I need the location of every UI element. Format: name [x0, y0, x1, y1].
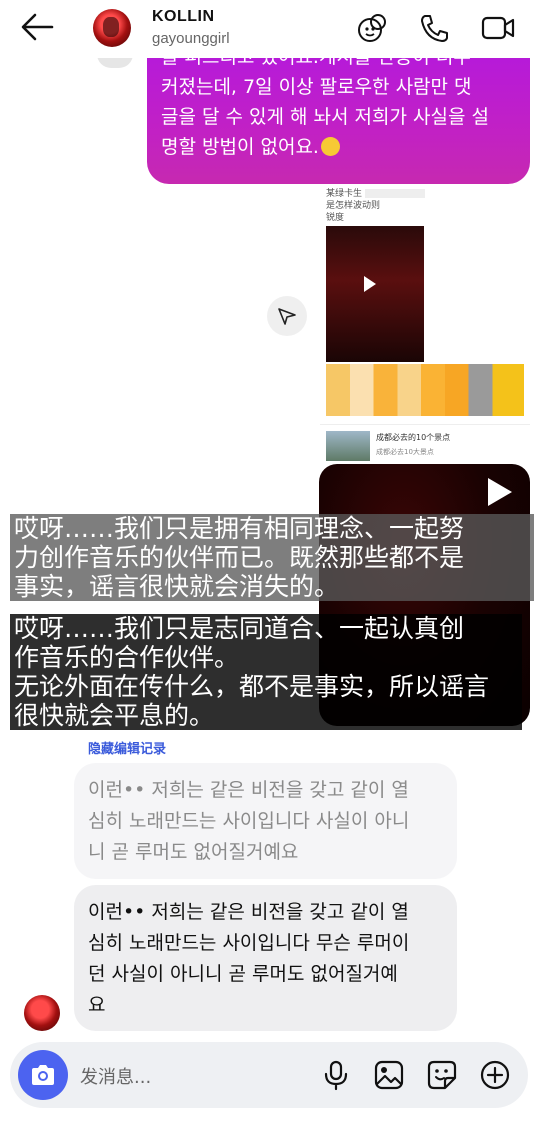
play-icon: [364, 276, 376, 292]
received-message-bubble[interactable]: 이런•• 저희는 같은 비전을 갖고 같이 열 심히 노래만드는 사이입니다 무…: [74, 885, 457, 1031]
share-icon: [278, 308, 296, 325]
ad-thumbnail: [326, 431, 370, 461]
sticker-icon[interactable]: [426, 1059, 458, 1091]
card-subtitle: 是怎样波动则: [326, 201, 381, 211]
camera-icon: [32, 1065, 54, 1085]
subtitle-line: 作音乐的合作伙伴。: [14, 643, 240, 672]
ad-subtitle: 成都必去10大景点: [376, 448, 434, 456]
phone-icon[interactable]: [418, 12, 452, 44]
message-text: 이런•• 저희는 같은 비전을 갖고 같이 열: [88, 779, 409, 801]
message-text: 이런•• 저희는 같은 비전을 갖고 같이 열: [88, 901, 409, 923]
contact-username[interactable]: gayounggirl: [152, 30, 230, 47]
chat-header: KOLLIN gayounggirl: [0, 0, 540, 58]
message-list[interactable]: 들 퍼뜨리고 있어요.게시물 반응이 너무 커졌는데, 7일 이상 팔로우한 사…: [0, 58, 540, 1043]
subtitle-line: 力创作音乐的伙伴而已。既然那些都不是: [14, 543, 465, 572]
pixelated-region: [326, 364, 524, 416]
video-call-icon[interactable]: [481, 12, 515, 44]
avatar[interactable]: [93, 9, 131, 47]
contact-name[interactable]: KOLLIN: [152, 8, 215, 26]
subtitle-line: 哎呀……我们只是拥有相同理念、一起努: [14, 514, 465, 543]
ad-title: 成都必去的10个景点: [376, 433, 451, 442]
blur-mask: [364, 189, 425, 198]
share-button[interactable]: [267, 296, 307, 336]
message-composer: 发消息...: [10, 1042, 528, 1108]
sent-message-bubble[interactable]: 들 퍼뜨리고 있어요.게시물 반응이 너무 커졌는데, 7일 이상 팔로우한 사…: [147, 58, 530, 184]
message-text: 명할 방법이 없어요.: [161, 136, 319, 158]
card-meta: 锐度: [326, 213, 345, 223]
card-author: 某绿卡生: [326, 189, 363, 199]
subtitle-line: 无论外面在传什么，都不是事实，所以谣言: [14, 672, 490, 701]
subtitle-line: 很快就会平息的。: [14, 701, 215, 730]
camera-button[interactable]: [18, 1050, 68, 1100]
microphone-icon[interactable]: [320, 1059, 352, 1091]
play-icon[interactable]: [488, 478, 512, 506]
card-header: 某绿卡生 是怎样波动则 锐度: [326, 188, 425, 224]
avatar: [97, 58, 133, 68]
message-text: 던 사실이 아니니 곧 루머도 없어질거예: [88, 963, 398, 985]
avatar[interactable]: [24, 995, 60, 1031]
message-text: 심히 노래만드는 사이입니다 무슨 루머이: [88, 932, 410, 954]
message-text: 글을 달 수 있게 해 놔서 저희가 사실을 설: [161, 106, 489, 128]
message-text: 요: [88, 994, 106, 1016]
previous-version-bubble: 이런•• 저희는 같은 비전을 갖고 같이 열 심히 노래만드는 사이입니다 사…: [74, 763, 457, 879]
subtitle-line: 哎呀……我们只是志同道合、一起认真创: [14, 614, 465, 643]
message-text: 커졌는데, 7일 이상 팔로우한 사람만 댓: [161, 76, 472, 98]
message-text: 니 곧 루머도 없어질거예요: [88, 841, 299, 863]
hide-edit-history-link[interactable]: 隐藏编辑记录: [88, 738, 166, 757]
image-icon[interactable]: [373, 1059, 405, 1091]
message-text: 심히 노래만드는 사이입니다 사실이 아니: [88, 810, 410, 832]
translation-subtitle: 哎呀……我们只是拥有相同理念、一起努 力创作音乐的伙伴而已。既然那些都不是 事实…: [10, 514, 534, 601]
back-arrow-icon[interactable]: [20, 12, 54, 42]
subtitle-line: 事实，谣言很快就会消失的。: [14, 572, 340, 601]
video-game-icon[interactable]: [356, 12, 390, 44]
card-ad-row[interactable]: 成都必去的10个景点 成都必去10大景点: [320, 424, 530, 464]
plus-icon[interactable]: [479, 1059, 511, 1091]
smile-tear-emoji-icon: [320, 137, 340, 156]
card-video-thumbnail[interactable]: [326, 226, 424, 362]
translation-subtitle: 哎呀……我们只是志同道合、一起认真创 作音乐的合作伙伴。 无论外面在传什么，都不…: [10, 614, 522, 730]
shared-post-card[interactable]: 某绿卡生 是怎样波动则 锐度 成都必去的10个景点 成都必去10大景点: [320, 184, 530, 462]
message-input[interactable]: 发消息...: [80, 1063, 151, 1089]
message-text: 들 퍼뜨리고 있어요.게시물 반응이 너무: [161, 58, 516, 72]
